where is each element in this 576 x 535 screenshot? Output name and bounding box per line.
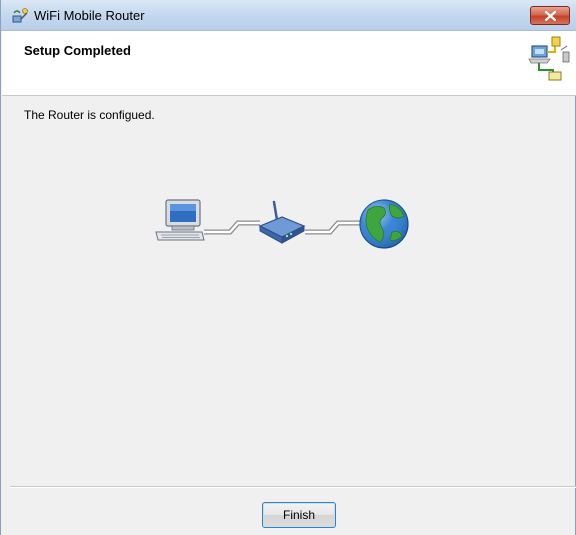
dialog-window: WiFi Mobile Router Setup Completed The R… (0, 0, 576, 535)
globe-icon (359, 199, 409, 249)
wireless-router-icon (258, 200, 306, 244)
wizard-content: The Router is configued. (2, 96, 576, 486)
footer-divider (10, 486, 576, 488)
close-icon (545, 11, 556, 21)
page-title: Setup Completed (24, 43, 131, 58)
finish-button[interactable]: Finish (262, 502, 336, 528)
status-message: The Router is configued. (24, 108, 155, 122)
network-setup-icon (523, 32, 573, 84)
computer-icon (155, 199, 205, 241)
wizard-header: Setup Completed (2, 31, 576, 96)
connection-diagram (152, 192, 417, 262)
window-title: WiFi Mobile Router (34, 8, 145, 23)
close-button[interactable] (530, 6, 570, 25)
title-bar[interactable]: WiFi Mobile Router (1, 0, 576, 31)
router-wizard-icon (11, 7, 29, 25)
